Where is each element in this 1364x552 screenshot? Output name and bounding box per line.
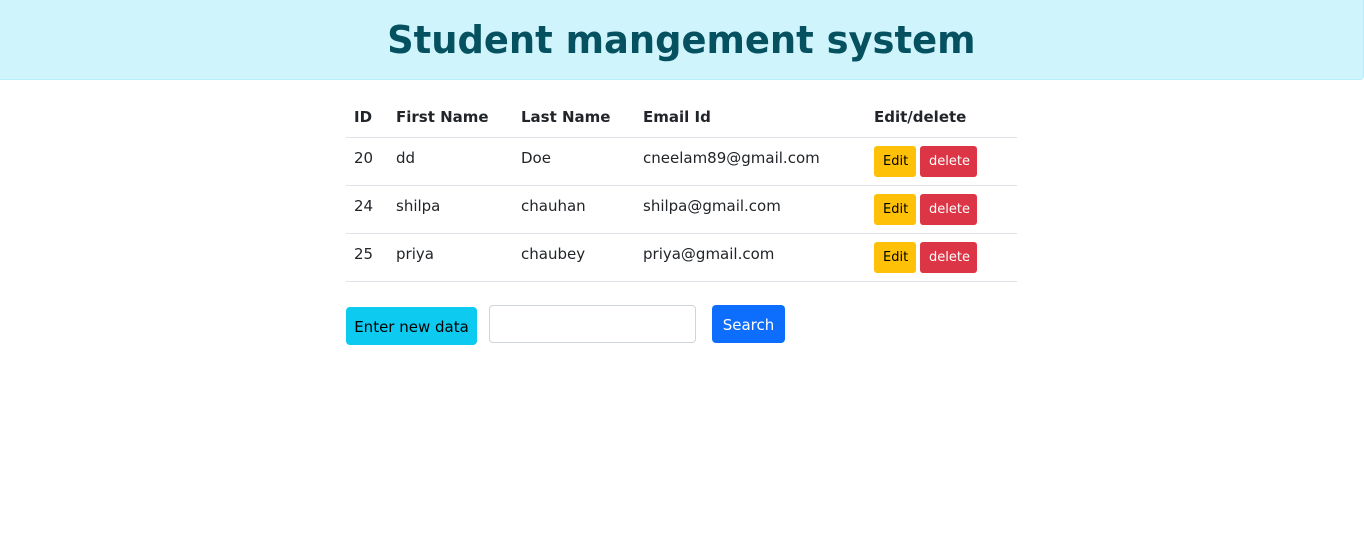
cell-last-name-text: Doe: [521, 149, 551, 167]
table-header-row: ID First Name Last Name Email Id Edit/de…: [346, 97, 1017, 138]
table-header: ID First Name Last Name Email Id Edit/de…: [346, 97, 1017, 138]
cell-id-text: 25: [354, 245, 374, 263]
cell-first-name: shilpa: [388, 185, 513, 234]
delete-button[interactable]: delete: [920, 193, 977, 225]
action-bar: Enter new data Search: [346, 305, 846, 345]
page-header: Student mangement system: [0, 0, 1364, 80]
cell-last-name: Doe: [513, 137, 635, 186]
cell-actions: Edit delete: [866, 137, 1017, 186]
cell-email-text: priya@gmail.com: [643, 245, 775, 263]
column-header-edit-delete: Edit/delete: [866, 97, 1017, 138]
cell-first-name: priya: [388, 233, 513, 282]
cell-last-name-text: chauhan: [521, 197, 586, 215]
cell-email: shilpa@gmail.com: [635, 185, 866, 234]
cell-last-name: chaubey: [513, 233, 635, 282]
cell-email: priya@gmail.com: [635, 233, 866, 282]
table-row: 20 dd Doe cneelam89@gmail.com Edit delete: [346, 137, 1017, 186]
column-header-last-name: Last Name: [513, 97, 635, 138]
table-row: 25 priya chaubey priya@gmail.com Edit del…: [346, 233, 1017, 282]
cell-id: 20: [346, 137, 388, 186]
column-header-first-name: First Name: [388, 97, 513, 138]
student-table: ID First Name Last Name Email Id Edit/de…: [346, 97, 1017, 282]
edit-button[interactable]: Edit: [874, 193, 916, 225]
table-row: 24 shilpa chauhan shilpa@gmail.com Edit d…: [346, 185, 1017, 234]
cell-actions: Edit delete: [866, 185, 1017, 234]
search-input[interactable]: [489, 305, 696, 343]
column-header-id: ID: [346, 97, 388, 138]
student-table-container: ID First Name Last Name Email Id Edit/de…: [346, 97, 1017, 282]
enter-new-data-button[interactable]: Enter new data: [346, 307, 477, 345]
edit-button[interactable]: Edit: [874, 145, 916, 177]
cell-id-text: 20: [354, 149, 374, 167]
cell-email-text: shilpa@gmail.com: [643, 197, 781, 215]
cell-email: cneelam89@gmail.com: [635, 137, 866, 186]
page-title: Student mangement system: [387, 17, 976, 62]
cell-id: 25: [346, 233, 388, 282]
cell-last-name: chauhan: [513, 185, 635, 234]
table-body: 20 dd Doe cneelam89@gmail.com Edit delete…: [346, 137, 1017, 282]
cell-first-name-text: shilpa: [396, 197, 441, 215]
column-header-email: Email Id: [635, 97, 866, 138]
cell-last-name-text: chaubey: [521, 245, 586, 263]
cell-first-name-text: priya: [396, 245, 434, 263]
edit-button[interactable]: Edit: [874, 241, 916, 273]
delete-button[interactable]: delete: [920, 241, 977, 273]
cell-id-text: 24: [354, 197, 374, 215]
cell-first-name: dd: [388, 137, 513, 186]
cell-id: 24: [346, 185, 388, 234]
search-button[interactable]: Search: [712, 305, 785, 343]
cell-email-text: cneelam89@gmail.com: [643, 149, 820, 167]
delete-button[interactable]: delete: [920, 145, 977, 177]
cell-first-name-text: dd: [396, 149, 416, 167]
cell-actions: Edit delete: [866, 233, 1017, 282]
